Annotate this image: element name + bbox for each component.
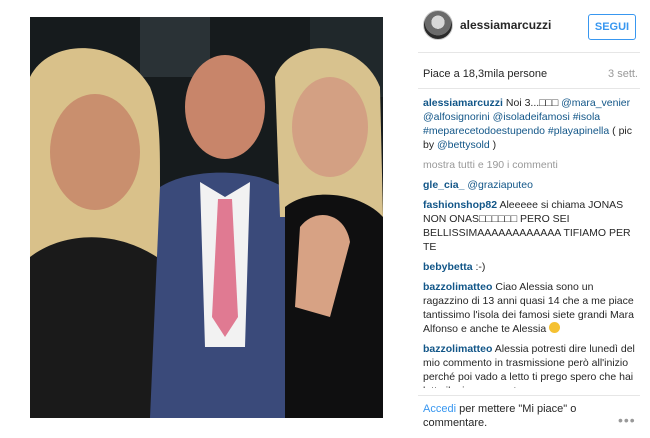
list-item: bebybetta :-) (423, 260, 638, 274)
caption-username[interactable]: alessiamarcuzzi (423, 97, 503, 109)
list-item: gle_cia_ @graziaputeo (423, 178, 638, 192)
footer-divider (418, 395, 640, 396)
list-item: bazzolimatteo Ciao Alessia sono un ragaz… (423, 280, 638, 336)
likes-divider (418, 88, 640, 89)
comment-tag[interactable]: @graziaputeo (467, 179, 533, 191)
smiling-face-icon (549, 322, 561, 333)
caption: alessiamarcuzzi Noi 3...□□□ @mara_venier… (423, 96, 638, 152)
post-sidebar: alessiamarcuzzi SEGUI Piace a 18,3mila p… (418, 0, 650, 438)
list-item: bazzolimatteo Alessia potresti dire lune… (423, 342, 638, 388)
post-header: alessiamarcuzzi SEGUI (418, 8, 650, 48)
follow-button[interactable]: SEGUI (588, 14, 636, 40)
ellipsis-icon[interactable]: ••• (618, 412, 636, 428)
show-all-comments-link[interactable]: mostra tutti e 190 i commenti (423, 158, 638, 172)
list-item: fashionshop82 Aleeeee si chiama JONAS NO… (423, 198, 638, 254)
caption-close: ) (492, 139, 497, 151)
post-author-username[interactable]: alessiamarcuzzi (460, 18, 551, 32)
comment-username[interactable]: bazzolimatteo (423, 343, 492, 355)
comment-text: :-) (475, 261, 486, 273)
post-time[interactable]: 3 sett. (608, 68, 638, 80)
post-photo[interactable] (30, 17, 383, 418)
likes-count: Piace a 18,3mila persone (423, 68, 548, 80)
likes-row: Piace a 18,3mila persone 3 sett. (423, 68, 638, 80)
comment-username[interactable]: bebybetta (423, 261, 473, 273)
login-prompt: Accedi per mettere "Mi piace" o commenta… (423, 402, 613, 430)
comment-username[interactable]: fashionshop82 (423, 199, 497, 211)
comment-username[interactable]: gle_cia_ (423, 179, 464, 191)
avatar[interactable] (423, 10, 453, 40)
caption-credit[interactable]: @bettysold (437, 139, 490, 151)
caption-text: Noi 3...□□□ (505, 97, 562, 109)
header-divider (418, 52, 640, 53)
comments-list[interactable]: alessiamarcuzzi Noi 3...□□□ @mara_venier… (423, 96, 638, 388)
login-link[interactable]: Accedi (423, 403, 456, 415)
comment-username[interactable]: bazzolimatteo (423, 281, 492, 293)
photo-illustration (30, 17, 383, 418)
